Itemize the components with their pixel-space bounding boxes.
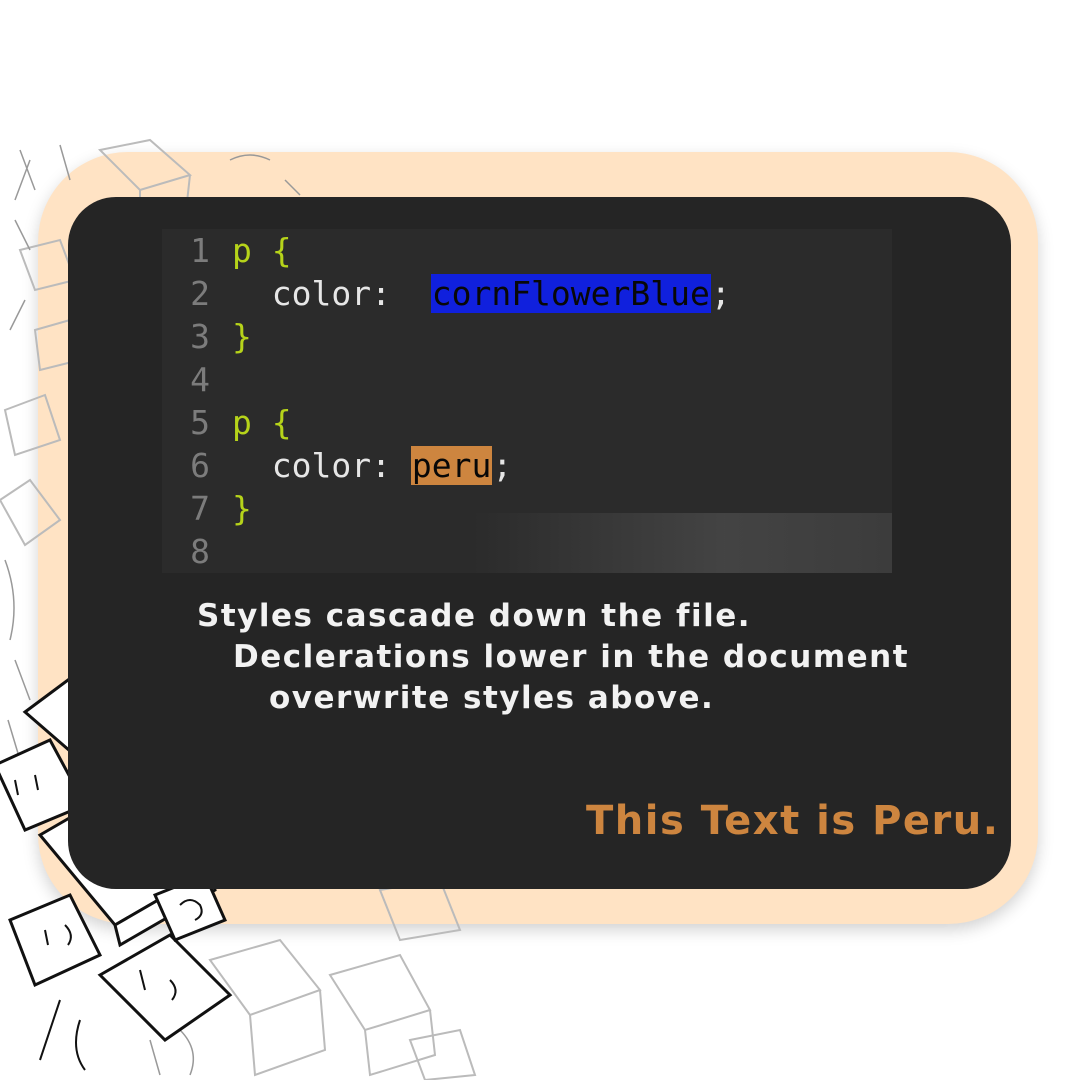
code-line-3: 3} xyxy=(162,315,252,358)
code-line-7: 7} xyxy=(162,487,252,530)
peru-demo-text: This Text is Peru. xyxy=(586,798,1000,844)
value-peru: peru xyxy=(410,446,493,485)
line-number: 7 xyxy=(190,489,210,528)
property: color: xyxy=(271,446,391,485)
close-brace: } xyxy=(232,317,252,356)
code-line-8: 8 xyxy=(162,530,232,573)
close-brace: } xyxy=(232,489,252,528)
line-number: 1 xyxy=(190,231,210,270)
editor-gradient xyxy=(472,513,892,573)
code-line-6: 6 color: peru; xyxy=(162,444,512,487)
caption-line-3: overwrite styles above. xyxy=(269,680,715,716)
code-line-2: 2 color: cornFlowerBlue; xyxy=(162,272,731,315)
open-brace: { xyxy=(271,403,292,442)
line-number: 6 xyxy=(190,446,210,485)
code-line-4: 4 xyxy=(162,358,232,401)
semicolon: ; xyxy=(710,274,731,313)
semicolon: ; xyxy=(492,446,513,485)
slide: 1p { 2 color: cornFlowerBlue; 3} 4 5p { … xyxy=(0,0,1080,1080)
line-number: 2 xyxy=(190,274,210,313)
value-cornflowerblue: cornFlowerBlue xyxy=(430,274,711,313)
line-number: 8 xyxy=(190,532,210,571)
line-number: 3 xyxy=(190,317,210,356)
code-line-1: 1p { xyxy=(162,229,292,272)
line-number: 5 xyxy=(190,403,210,442)
selector: p xyxy=(232,231,252,270)
caption-line-1: Styles cascade down the file. xyxy=(197,598,752,634)
selector: p xyxy=(232,403,252,442)
property: color: xyxy=(271,274,391,313)
code-editor: 1p { 2 color: cornFlowerBlue; 3} 4 5p { … xyxy=(162,229,892,573)
code-line-5: 5p { xyxy=(162,401,292,444)
caption-line-2: Declerations lower in the document xyxy=(233,639,910,675)
line-number: 4 xyxy=(190,360,210,399)
open-brace: { xyxy=(271,231,292,270)
